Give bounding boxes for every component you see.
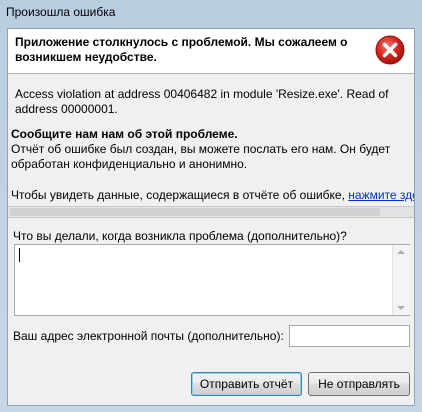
send-report-button[interactable]: Отправить отчёт <box>191 372 302 396</box>
dialog-client-area: Приложение столкнулось с проблемой. Мы с… <box>7 28 415 406</box>
email-label: Ваш адрес электронной почты (дополнитель… <box>13 329 284 343</box>
scroll-up-arrow-icon[interactable] <box>397 250 405 254</box>
error-details: Access violation at address 00406482 in … <box>15 87 389 116</box>
horizontal-scrollbar-thumb[interactable] <box>10 208 380 216</box>
scroll-down-arrow-icon[interactable] <box>397 306 405 310</box>
what-were-you-doing-label: Что вы делали, когда возникла проблема (… <box>13 229 347 243</box>
title-bar[interactable]: Произошла ошибка <box>0 0 422 28</box>
error-dialog-window: Произошла ошибка Приложение столкнулось … <box>0 0 422 412</box>
report-heading: Сообщите нам нам об этой проблеме. <box>11 127 238 141</box>
report-data-prefix: Чтобы увидеть данные, содержащиеся в отч… <box>11 188 345 202</box>
text-caret <box>19 248 20 262</box>
view-report-data-link[interactable]: нажмите здесь <box>348 188 414 202</box>
email-input[interactable] <box>289 325 410 347</box>
what-were-you-doing-textarea[interactable] <box>14 244 410 316</box>
horizontal-scrollbar[interactable] <box>8 206 414 218</box>
window-title: Произошла ошибка <box>6 5 116 19</box>
header-message: Приложение столкнулось с проблемой. Мы с… <box>15 35 348 64</box>
report-description: Отчёт об ошибке был создан, вы можете по… <box>11 142 391 171</box>
textarea-scrollbar[interactable] <box>392 245 410 315</box>
error-icon <box>375 35 405 65</box>
dont-send-button[interactable]: Не отправлять <box>308 372 410 396</box>
report-data-line: Чтобы увидеть данные, содержащиеся в отч… <box>11 188 414 202</box>
header-panel: Приложение столкнулось с проблемой. Мы с… <box>8 29 414 74</box>
